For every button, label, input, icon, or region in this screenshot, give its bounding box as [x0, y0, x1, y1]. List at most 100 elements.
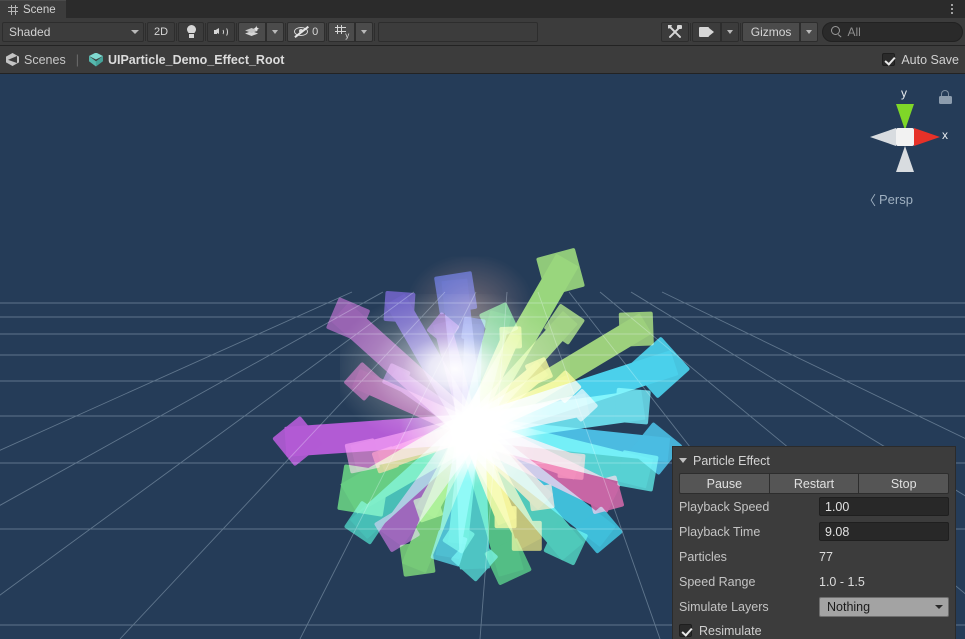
toolbar-separator: [236, 22, 238, 41]
hidden-objects-count: 0: [312, 25, 319, 38]
toolbar-separator: [689, 22, 691, 41]
chevron-down-icon: [272, 29, 279, 34]
particles-label: Particles: [679, 549, 727, 564]
playback-time-input[interactable]: 9.08: [819, 522, 949, 541]
fx-toggle-button[interactable]: ✦: [238, 21, 267, 42]
eye-off-icon: [294, 25, 309, 38]
breadcrumb-scenes-label: Scenes: [24, 52, 66, 67]
restart-button[interactable]: Restart: [769, 473, 860, 494]
playback-speed-label: Playback Speed: [679, 499, 770, 514]
resimulate-label: Resimulate: [699, 623, 762, 638]
camera-icon: [698, 26, 714, 37]
grid-icon: [8, 4, 18, 15]
breadcrumb-prefab-label: UIParticle_Demo_Effect_Root: [107, 52, 285, 67]
toolbar-separator: [374, 22, 376, 41]
row-simulate-layers: Simulate Layers Nothing: [679, 594, 949, 619]
restart-button-label: Restart: [793, 476, 835, 491]
kebab-menu-icon[interactable]: [943, 0, 965, 18]
toolbar-separator: [176, 22, 178, 41]
scene-orientation-gizmo[interactable]: y x 〈 Persp: [855, 82, 955, 212]
gizmos-toggle-button[interactable]: Gizmos: [741, 21, 801, 42]
toolbar-separator: [739, 22, 741, 41]
fx-dropdown-button[interactable]: [266, 21, 285, 42]
unity-scene-window: Scene Shaded 2D ✦ 0 y Gizmos All Scenes …: [0, 0, 965, 639]
scene-tools-button[interactable]: [660, 21, 689, 42]
breadcrumb-item-prefab[interactable]: UIParticle_Demo_Effect_Root: [88, 52, 285, 67]
tab-scene[interactable]: Scene: [0, 0, 66, 18]
scene-icon: [6, 53, 19, 66]
playback-time-value: 9.08: [825, 524, 850, 539]
particle-effect-panel-header[interactable]: Particle Effect: [679, 451, 949, 470]
gizmos-label: Gizmos: [750, 24, 792, 39]
chevron-down-icon: [726, 29, 733, 34]
search-value: All: [847, 24, 861, 39]
speed-range-label: Speed Range: [679, 574, 756, 589]
gizmo-projection-label: Persp: [879, 192, 913, 207]
toggle-2d-label: 2D: [154, 25, 169, 38]
toolbar-separator: [285, 22, 287, 41]
playback-speed-value: 1.00: [825, 499, 850, 514]
gizmo-axis-x-cone[interactable]: [914, 128, 940, 146]
simulate-layers-dropdown[interactable]: Nothing: [819, 596, 949, 617]
breadcrumb-item-scenes[interactable]: Scenes: [6, 53, 66, 67]
particle-effect-panel: Particle Effect Pause Restart Stop Playb…: [672, 446, 956, 639]
resimulate-toggle[interactable]: Resimulate: [679, 619, 949, 639]
chevron-down-icon: [806, 29, 813, 34]
lock-icon[interactable]: [939, 90, 953, 105]
prefab-cube-icon: [88, 52, 103, 67]
hidden-objects-button[interactable]: 0: [287, 21, 326, 42]
toolbar-separator: [145, 22, 146, 41]
particles-value: 77: [819, 549, 833, 564]
gizmo-axis-y-cone[interactable]: [896, 104, 914, 130]
draw-mode-dropdown[interactable]: Shaded: [2, 21, 144, 42]
breadcrumb-separator: |: [75, 52, 79, 67]
grid-axis-button[interactable]: y: [328, 21, 356, 42]
auto-save-label: Auto Save: [901, 52, 959, 67]
resimulate-checkbox[interactable]: [679, 624, 692, 637]
gizmo-center-cube[interactable]: [896, 128, 914, 146]
grid-dropdown-button[interactable]: [355, 21, 374, 42]
playback-time-label: Playback Time: [679, 524, 761, 539]
scene-viewport[interactable]: y x 〈 Persp Particle Effect Pause Restar…: [0, 74, 965, 639]
tools-icon: [667, 24, 682, 39]
stop-button-label: Stop: [890, 476, 917, 491]
audio-toggle-button[interactable]: [207, 21, 236, 42]
gizmo-projection-toggle[interactable]: 〈 Persp: [863, 190, 913, 209]
tab-strip-spacer: [66, 0, 943, 18]
gizmos-dropdown-button[interactable]: [800, 21, 819, 42]
row-speed-range: Speed Range 1.0 - 1.5: [679, 569, 949, 594]
stop-button[interactable]: Stop: [859, 473, 950, 494]
auto-save-checkbox[interactable]: [882, 53, 896, 66]
audio-speaker-icon: [214, 26, 229, 37]
particle-effect-panel-title: Particle Effect: [693, 453, 770, 468]
playback-button-row: Pause Restart Stop: [679, 473, 950, 494]
lighting-toggle-button[interactable]: [178, 21, 205, 42]
gizmo-projection-prefix: 〈: [863, 193, 877, 208]
chevron-down-icon: [361, 29, 368, 34]
pause-button[interactable]: Pause: [679, 473, 770, 494]
simulate-layers-value: Nothing: [827, 599, 871, 614]
toggle-2d-button[interactable]: 2D: [147, 21, 176, 42]
gizmo-axis-neg-y-cone[interactable]: [896, 146, 914, 172]
playback-speed-input[interactable]: 1.00: [819, 497, 949, 516]
triangle-down-icon[interactable]: [679, 458, 687, 463]
scene-camera-dropdown-button[interactable]: [720, 21, 739, 42]
lightbulb-icon: [186, 25, 197, 38]
tab-scene-label: Scene: [23, 3, 56, 16]
grid-axis-icon: y: [335, 25, 350, 40]
gizmo-axis-neg-x-cone[interactable]: [870, 128, 896, 146]
row-particles: Particles 77: [679, 544, 949, 569]
toolbar-separator: [326, 22, 328, 41]
chevron-down-icon: [935, 604, 943, 609]
gizmo-axis-y-label: y: [901, 86, 907, 100]
effects-icon: ✦: [245, 25, 260, 38]
toolbar-separator: [205, 22, 207, 41]
chevron-down-icon: [131, 29, 139, 34]
search-input[interactable]: All: [822, 21, 964, 42]
auto-save-toggle[interactable]: Auto Save: [882, 53, 959, 67]
scene-toolbar: Shaded 2D ✦ 0 y Gizmos All: [0, 18, 965, 46]
search-icon: [831, 26, 842, 37]
scene-camera-button[interactable]: [691, 21, 721, 42]
draw-mode-label: Shaded: [9, 24, 51, 39]
grid-axis-letter: y: [345, 31, 350, 40]
